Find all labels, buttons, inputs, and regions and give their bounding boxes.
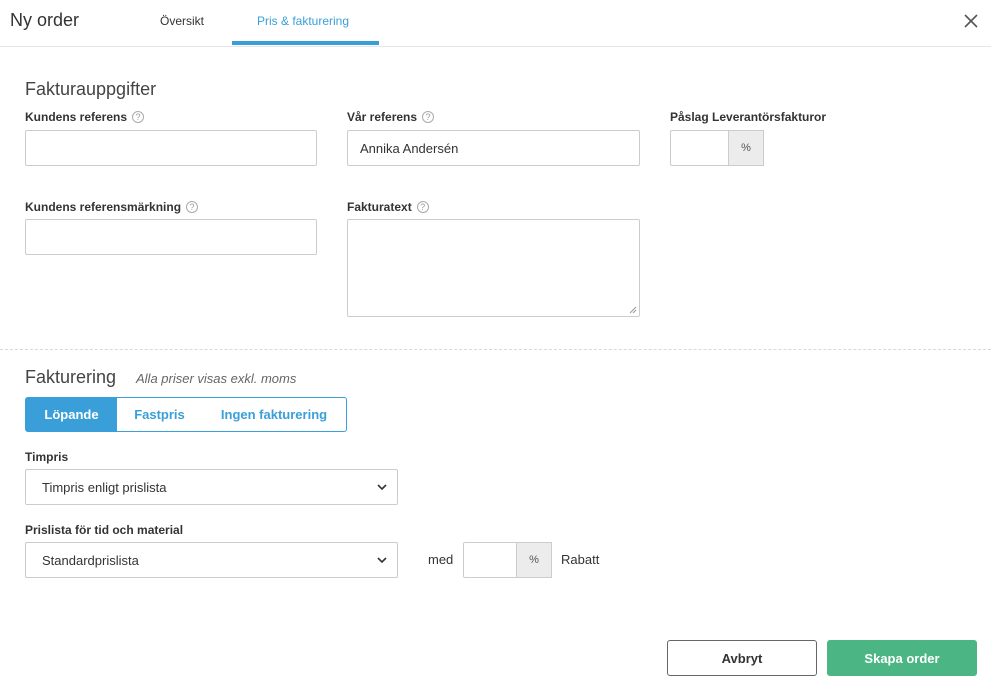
chevron-down-icon <box>377 484 387 491</box>
customer-reference-input[interactable] <box>25 130 317 166</box>
supplier-markup-label: Påslag Leverantörsfakturor <box>670 110 826 124</box>
discount-input[interactable] <box>463 542 518 578</box>
supplier-markup-input[interactable] <box>670 130 730 166</box>
price-list-label-text: Prislista för tid och material <box>25 523 184 537</box>
modal-title: Ny order <box>10 10 80 30</box>
billing-mode-fastpris-button[interactable]: Fastpris <box>117 397 203 432</box>
create-order-button[interactable]: Skapa order <box>827 640 977 676</box>
tab-pris-fakturering[interactable]: Pris & fakturering <box>257 14 349 28</box>
hourly-rate-label: Timpris <box>25 450 68 464</box>
invoice-text-label: Fakturatext ? <box>347 200 429 214</box>
billing-note: Alla priser visas exkl. moms <box>136 371 297 386</box>
discount-label: Rabatt <box>561 552 600 567</box>
price-list-label: Prislista för tid och material <box>25 523 183 537</box>
help-icon[interactable]: ? <box>416 201 429 213</box>
hourly-rate-selected: Timpris enligt prislista <box>42 479 167 495</box>
modal-header: Ny order Översikt Pris & fakturering <box>0 0 991 47</box>
price-list-select[interactable]: Standardprislista <box>25 542 398 578</box>
resize-handle-icon[interactable] <box>629 306 637 314</box>
billing-title: Fakturering <box>25 367 117 387</box>
customer-reference-marking-label-text: Kundens referensmärkning <box>25 200 182 214</box>
cancel-button[interactable]: Avbryt <box>667 640 817 676</box>
tab-oversikt[interactable]: Översikt <box>160 14 204 28</box>
our-reference-label-text: Vår referens <box>347 110 418 124</box>
supplier-markup-label-text: Påslag Leverantörsfakturor <box>670 110 827 124</box>
customer-reference-marking-input[interactable] <box>25 219 317 255</box>
invoice-details-title: Fakturauppgifter <box>25 79 157 99</box>
billing-mode-ingen-button[interactable]: Ingen fakturering <box>202 397 347 432</box>
our-reference-label: Vår referens ? <box>347 110 435 124</box>
hourly-rate-label-text: Timpris <box>25 450 69 464</box>
section-divider <box>0 349 991 350</box>
supplier-markup-percent-addon: % <box>728 130 764 166</box>
our-reference-input[interactable]: Annika Andersén <box>347 130 640 166</box>
discount-percent-addon: % <box>516 542 552 578</box>
customer-reference-label: Kundens referens ? <box>25 110 145 124</box>
help-icon[interactable]: ? <box>422 111 435 123</box>
chevron-down-icon <box>377 557 387 564</box>
invoice-text-label-text: Fakturatext <box>347 200 412 214</box>
help-icon[interactable]: ? <box>186 201 199 213</box>
close-icon[interactable] <box>960 10 982 32</box>
help-icon[interactable]: ? <box>132 111 145 123</box>
hourly-rate-select[interactable]: Timpris enligt prislista <box>25 469 398 505</box>
with-label: med <box>428 552 454 567</box>
customer-reference-label-text: Kundens referens <box>25 110 128 124</box>
active-tab-indicator <box>232 41 379 45</box>
customer-reference-marking-label: Kundens referensmärkning ? <box>25 200 199 214</box>
billing-mode-lopande-button[interactable]: Löpande <box>25 397 118 432</box>
price-list-selected: Standardprislista <box>42 552 139 568</box>
invoice-text-textarea[interactable] <box>347 219 640 317</box>
